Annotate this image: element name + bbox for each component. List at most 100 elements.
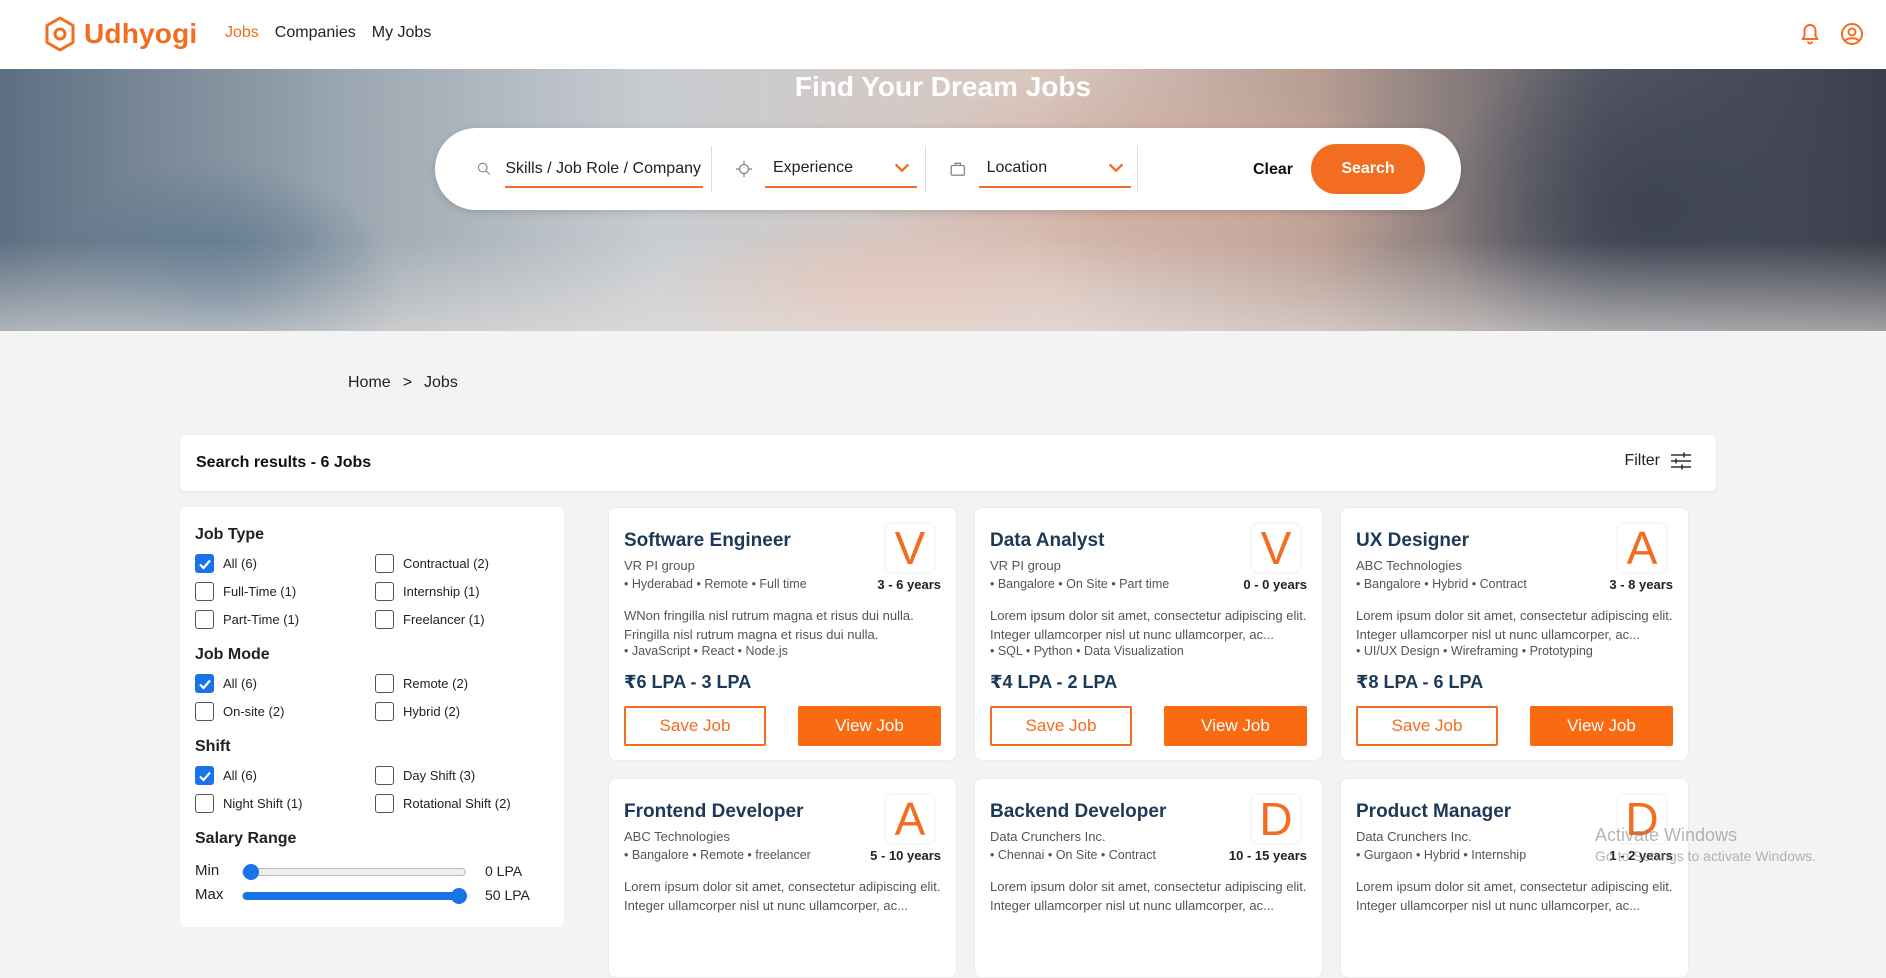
breadcrumb-home[interactable]: Home — [348, 374, 391, 392]
checkbox[interactable] — [195, 554, 214, 573]
checkbox[interactable] — [195, 610, 214, 629]
job-type-fulltime-option[interactable]: Full-Time (1) — [195, 582, 296, 601]
job-title[interactable]: UX Designer — [1356, 530, 1469, 552]
job-meta: • Bangalore • Remote • freelancer — [624, 848, 811, 862]
watermark-line-1: Activate Windows — [1595, 825, 1738, 845]
option-label: Rotational Shift (2) — [403, 796, 511, 811]
job-description: Lorem ipsum dolor sit amet, consectetur … — [1356, 879, 1673, 913]
bell-icon[interactable] — [1798, 22, 1822, 46]
experience-range: 5 - 10 years — [870, 848, 941, 863]
job-description: Lorem ipsum dolor sit amet, consectetur … — [990, 608, 1307, 642]
job-title[interactable]: Product Manager — [1356, 801, 1511, 823]
job-card[interactable]: Backend Developer Data Crunchers Inc. • Ch… — [974, 778, 1323, 978]
view-job-button[interactable]: View Job — [1164, 706, 1307, 746]
slider-thumb[interactable] — [243, 864, 259, 880]
job-card[interactable]: Software Engineer VR PI group • Hyderabad … — [608, 507, 957, 761]
job-meta: • Bangalore • On Site • Part time — [990, 577, 1170, 591]
filter-sidebar: Job Type All (6) Contractual (2) Full-Ti… — [180, 507, 564, 927]
nav-item-jobs[interactable]: Jobs — [225, 24, 259, 42]
checkbox[interactable] — [375, 766, 394, 785]
experience-range: 3 - 8 years — [1609, 577, 1673, 592]
job-type-contractual-option[interactable]: Contractual (2) — [375, 554, 489, 573]
job-mode-all-option[interactable]: All (6) — [195, 674, 257, 693]
breadcrumb-separator: > — [402, 374, 413, 391]
save-job-button[interactable]: Save Job — [1356, 706, 1498, 746]
checkbox[interactable] — [195, 702, 214, 721]
job-type-all-option[interactable]: All (6) — [195, 554, 257, 573]
experience-field[interactable]: Experience — [735, 150, 917, 188]
clear-button[interactable]: Clear — [1221, 150, 1325, 190]
save-job-button[interactable]: Save Job — [624, 706, 766, 746]
breadcrumb: Home > Jobs — [348, 374, 458, 392]
search-icon — [477, 162, 491, 176]
brand-logo[interactable]: Udhyogi — [44, 16, 197, 52]
shift-rotational-option[interactable]: Rotational Shift (2) — [375, 794, 511, 813]
checkbox[interactable] — [195, 674, 214, 693]
job-skills: • SQL • Python • Data Visualization — [990, 644, 1184, 658]
company-name: ABC Technologies — [1356, 558, 1462, 573]
job-title[interactable]: Data Analyst — [990, 530, 1104, 552]
checkbox[interactable] — [375, 674, 394, 693]
job-card[interactable]: UX Designer ABC Technologies • Bangalore •… — [1340, 507, 1689, 761]
checkmark-icon — [198, 771, 211, 782]
company-logo-letter: V — [886, 524, 934, 572]
option-label: All (6) — [223, 556, 257, 571]
job-card[interactable]: Frontend Developer ABC Technologies • Bang… — [608, 778, 957, 978]
job-mode-remote-option[interactable]: Remote (2) — [375, 674, 468, 693]
checkmark-icon — [198, 559, 211, 570]
checkbox[interactable] — [375, 582, 394, 601]
checkbox[interactable] — [375, 610, 394, 629]
job-title[interactable]: Frontend Developer — [624, 801, 803, 823]
job-title[interactable]: Backend Developer — [990, 801, 1166, 823]
shift-day-option[interactable]: Day Shift (3) — [375, 766, 475, 785]
checkbox[interactable] — [195, 794, 214, 813]
option-label: Night Shift (1) — [223, 796, 303, 811]
option-label: Day Shift (3) — [403, 768, 476, 783]
view-job-button[interactable]: View Job — [798, 706, 941, 746]
company-logo-letter: A — [1618, 524, 1666, 572]
save-job-button[interactable]: Save Job — [990, 706, 1132, 746]
experience-select[interactable]: Experience — [765, 150, 917, 188]
salary-max-slider[interactable] — [242, 888, 467, 904]
user-circle-icon[interactable] — [1840, 22, 1864, 46]
checkbox[interactable] — [375, 554, 394, 573]
option-label: Full-Time (1) — [223, 584, 297, 599]
checkbox[interactable] — [375, 794, 394, 813]
option-label: Freelancer (1) — [403, 612, 485, 627]
nav-item-companies[interactable]: Companies — [275, 24, 356, 42]
shift-night-option[interactable]: Night Shift (1) — [195, 794, 302, 813]
job-description: Lorem ipsum dolor sit amet, consectetur … — [624, 879, 941, 913]
checkmark-icon — [198, 679, 211, 690]
option-label: Hybrid (2) — [403, 704, 461, 719]
job-type-freelancer-option[interactable]: Freelancer (1) — [375, 610, 485, 629]
checkbox[interactable] — [375, 702, 394, 721]
job-type-parttime-option[interactable]: Part-Time (1) — [195, 610, 299, 629]
keyword-input[interactable]: Skills / Job Role / Company — [505, 150, 703, 188]
location-select[interactable]: Location — [978, 150, 1131, 188]
job-type-internship-option[interactable]: Internship (1) — [375, 582, 480, 601]
company-name: ABC Technologies — [624, 829, 730, 844]
job-mode-onsite-option[interactable]: On-site (2) — [195, 702, 284, 721]
salary-min-slider[interactable] — [242, 864, 466, 880]
job-card[interactable]: Product Manager Data Crunchers Inc. • Gurg… — [1340, 778, 1689, 978]
view-job-button[interactable]: View Job — [1530, 706, 1673, 746]
filter-button[interactable]: Filter — [1624, 452, 1692, 470]
checkbox[interactable] — [195, 582, 214, 601]
nav-item-my-jobs[interactable]: My Jobs — [372, 24, 432, 42]
top-navbar: Udhyogi Jobs Companies My Jobs — [0, 0, 1886, 69]
watermark-line-2: Go to Settings to activate Windows. — [1595, 848, 1816, 864]
salary-min-value: 0 LPA — [485, 863, 523, 879]
search-button[interactable]: Search — [1311, 144, 1425, 194]
brand-name: Udhyogi — [84, 18, 198, 49]
keyword-field[interactable]: Skills / Job Role / Company — [477, 150, 703, 188]
hexagon-ring-icon — [45, 16, 75, 52]
hero-title: Find Your Dream Jobs — [794, 71, 1092, 102]
job-card[interactable]: Data Analyst VR PI group • Bangalore • On … — [974, 507, 1323, 761]
shift-all-option[interactable]: All (6) — [195, 766, 257, 785]
slider-thumb[interactable] — [451, 888, 467, 904]
checkbox[interactable] — [195, 766, 214, 785]
salary-range-title: Salary Range — [195, 830, 297, 847]
location-field[interactable]: Location — [949, 150, 1131, 188]
job-mode-hybrid-option[interactable]: Hybrid (2) — [375, 702, 460, 721]
job-title[interactable]: Software Engineer — [624, 530, 791, 552]
